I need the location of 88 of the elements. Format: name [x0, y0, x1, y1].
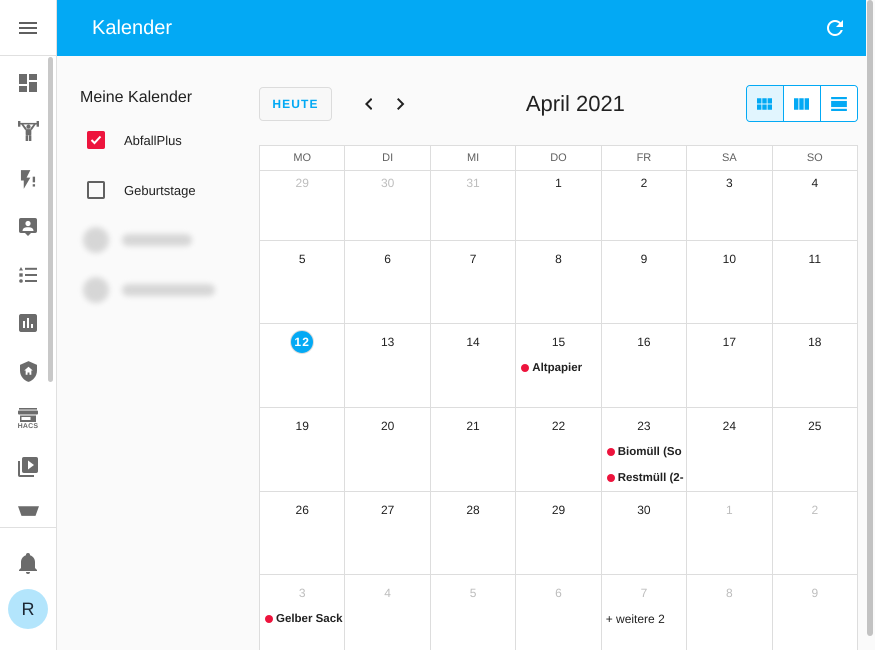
tiles-icon[interactable]: [19, 74, 37, 92]
day-number: 4: [811, 175, 818, 191]
play-stack-icon[interactable]: [18, 457, 38, 477]
day-number: 5: [298, 251, 306, 267]
checkbox[interactable]: [87, 181, 105, 199]
weekday-label: DO: [550, 152, 567, 164]
bar-chart-icon[interactable]: [19, 314, 37, 332]
calendar-event[interactable]: Gelber Sack: [265, 610, 342, 628]
day-number: 3: [298, 585, 306, 601]
day-number: 1: [726, 502, 733, 518]
lightning-alert-icon[interactable]: [20, 170, 36, 188]
day-number: 19: [296, 418, 309, 434]
calendar-event[interactable]: Biomüll (So: [606, 443, 682, 461]
day-number: 14: [466, 334, 480, 350]
month-title: April 2021: [526, 90, 625, 116]
day-number: 2: [811, 502, 818, 518]
day-number: 16: [637, 334, 651, 350]
day-number: 22: [552, 418, 566, 434]
blurred-checkbox-icon: [83, 277, 109, 303]
day-number: 29: [296, 175, 309, 191]
bulleted-list-icon[interactable]: [19, 267, 37, 283]
more-events-link[interactable]: + weitere 2: [606, 610, 665, 628]
week-view-button[interactable]: [782, 86, 820, 121]
day-number: 25: [808, 418, 822, 434]
day-number: 29: [552, 502, 566, 518]
day-number: 13: [380, 334, 394, 350]
bell-icon[interactable]: [19, 552, 37, 574]
day-number: 30: [380, 175, 394, 191]
day-number: 7: [640, 585, 648, 601]
day-number: 11: [808, 251, 822, 267]
day-number: 9: [640, 251, 648, 267]
weekday-label: SA: [722, 152, 737, 164]
day-number: 3: [726, 175, 733, 191]
user-avatar[interactable]: R: [8, 589, 48, 629]
calendar-name: Geburtstage: [124, 182, 196, 198]
day-number: 1: [555, 175, 562, 191]
blurred-label: [122, 234, 192, 246]
calendar-name: AbfallPlus: [124, 132, 182, 148]
shield-house-icon[interactable]: [20, 360, 36, 382]
day-number: 8: [726, 585, 733, 601]
grid-icon: [757, 98, 772, 110]
refresh-icon[interactable]: [827, 20, 843, 36]
person-badge-icon[interactable]: [19, 218, 37, 236]
blurred-checkbox-icon: [83, 227, 109, 253]
weightlifter-icon[interactable]: [18, 121, 38, 141]
day-number: 23: [637, 418, 651, 434]
day-number: 9: [811, 585, 818, 601]
day-number: 24: [722, 418, 736, 434]
page-title: Kalender: [92, 16, 172, 40]
day-number: 12: [290, 330, 314, 354]
day-number: 2: [640, 175, 648, 191]
day-number: 8: [555, 251, 562, 267]
day-number: 30: [637, 502, 651, 518]
day-number: 17: [722, 334, 736, 350]
basket-icon[interactable]: [18, 506, 38, 516]
weekday-label: DI: [382, 152, 394, 164]
day-number: 31: [466, 175, 480, 191]
day-number: 7: [470, 251, 476, 267]
day-number: 4: [384, 585, 391, 601]
checkbox[interactable]: [87, 131, 105, 149]
weekday-label: MI: [466, 152, 480, 164]
day-number: 27: [380, 502, 394, 518]
day-number: 18: [808, 334, 822, 350]
calendar-event[interactable]: Altpapier: [521, 359, 582, 377]
day-number: 26: [296, 502, 309, 518]
weekday-label: SO: [806, 152, 823, 164]
day-number: 21: [466, 418, 480, 434]
day-number: 6: [384, 251, 391, 267]
chevron-left-icon[interactable]: [365, 98, 372, 110]
day-number: 6: [555, 585, 562, 601]
day-number: 28: [466, 502, 480, 518]
store-icon[interactable]: [18, 408, 38, 422]
scrollbar-thumb[interactable]: [867, 0, 873, 636]
day-number: 15: [552, 334, 566, 350]
weekday-label: MO: [293, 152, 312, 164]
calendar-event[interactable]: Restmüll (2-: [606, 469, 684, 487]
menu-icon[interactable]: [19, 22, 37, 34]
day-number: 10: [722, 251, 736, 267]
day-number: 20: [380, 418, 394, 434]
weekday-label: FR: [636, 152, 652, 164]
section-heading: Meine Kalender: [80, 88, 192, 108]
checkmark-icon: [90, 135, 102, 145]
columns-icon: [794, 98, 810, 110]
list-view-button[interactable]: [820, 86, 857, 121]
rows-icon: [830, 96, 847, 110]
chevron-right-icon[interactable]: [397, 98, 405, 110]
day-number: 5: [470, 585, 476, 601]
scrollbar-thumb[interactable]: [48, 57, 53, 382]
